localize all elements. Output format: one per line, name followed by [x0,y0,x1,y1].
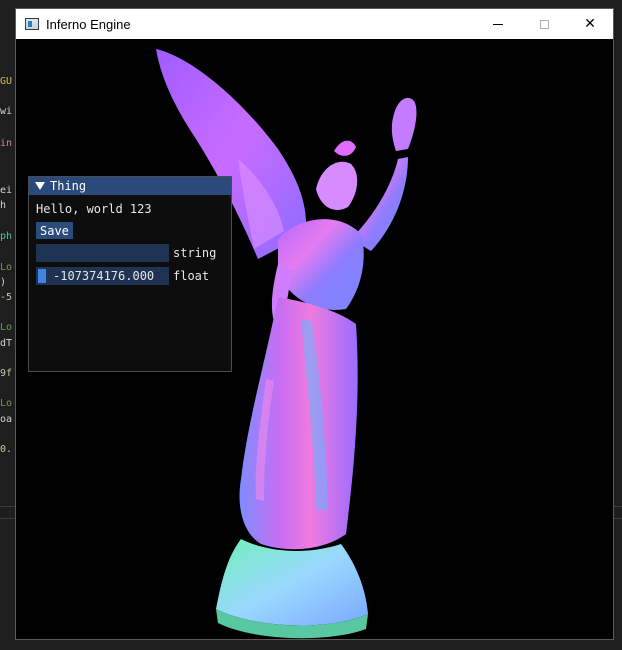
maximize-button[interactable] [521,9,567,39]
slider-grab-handle[interactable] [38,269,46,283]
app-window: Inferno Engine ✕ Thing Hello, world 123 … [15,8,614,640]
bg-code-line: Lo [0,398,13,409]
string-input[interactable] [36,244,169,262]
maximize-icon [539,19,549,29]
bg-code-line: h [0,200,7,211]
render-viewport[interactable]: Thing Hello, world 123 Save string -1073… [16,39,613,639]
hello-text: Hello, world 123 [36,202,152,216]
bg-code-line: wi [0,106,13,117]
bg-code-line: GU [0,76,13,87]
background-editor: GU wi in ei h ph Lo ) -5 Lo dT 9f Lo oa … [0,0,16,650]
bg-code-line: ei [0,185,13,196]
minimize-icon [493,23,503,25]
panel-title: Thing [50,179,87,193]
bg-code-line: -5 [0,292,13,303]
bg-code-line: Lo [0,322,13,333]
bg-code-line: Lo [0,262,13,273]
float-slider[interactable]: -107374176.000 [36,267,169,285]
bg-code-line: 9f [0,368,13,379]
float-row: -107374176.000 float [36,267,209,285]
string-label: string [173,246,217,260]
close-icon: ✕ [584,16,596,32]
float-value: -107374176.000 [53,269,155,283]
float-label: float [173,269,210,283]
bg-code-line: oa [0,414,13,425]
bg-code-line: ph [0,231,13,242]
save-button[interactable]: Save [36,222,73,239]
title-bar[interactable]: Inferno Engine ✕ [16,9,613,39]
bg-code-line: in [0,138,13,149]
bg-code-line: 0. [0,444,13,455]
string-row: string [36,244,216,262]
bg-code-line: ) [0,277,7,288]
panel-title-bar[interactable]: Thing [29,177,231,195]
collapse-arrow-icon[interactable] [35,182,45,190]
bg-code-line: dT [0,338,13,349]
close-button[interactable]: ✕ [567,9,613,39]
window-title: Inferno Engine [46,16,131,32]
minimize-button[interactable] [475,9,521,39]
app-icon [25,18,39,30]
imgui-window-thing: Thing Hello, world 123 Save string -1073… [28,176,232,372]
